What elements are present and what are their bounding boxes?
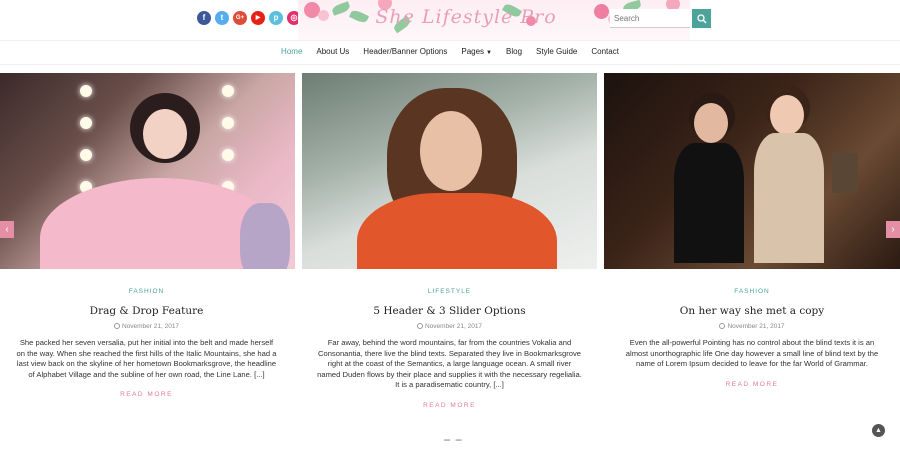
post-category[interactable]: FASHION <box>618 288 886 295</box>
chevron-right-icon: › <box>891 224 895 235</box>
woman-face <box>420 111 482 191</box>
post-excerpt: Even the all-powerful Pointing has no co… <box>625 338 879 368</box>
social-links: f t G+ ▶ p ◎ <box>197 11 301 25</box>
mirror-bulb <box>222 85 234 97</box>
search-input[interactable] <box>610 9 690 28</box>
post-date-text: November 21, 2017 <box>121 323 180 330</box>
post-card: FASHION Drag & Drop Feature November 21,… <box>15 288 278 398</box>
caret-down-icon: ▼ <box>486 50 492 56</box>
orange-jacket <box>357 193 557 269</box>
post-excerpt: She packed her seven versalia, put her i… <box>16 338 277 379</box>
post-date-text: November 21, 2017 <box>727 323 785 330</box>
site-header: f t G+ ▶ p ◎ She Lifestyle Pro <box>0 0 900 40</box>
mirror-bulb <box>80 117 92 129</box>
slide-image-1[interactable] <box>0 73 295 269</box>
search-button[interactable] <box>692 9 711 28</box>
post-category[interactable]: FASHION <box>15 288 278 295</box>
facebook-icon[interactable]: f <box>197 11 211 25</box>
read-more-link[interactable]: READ MORE <box>618 381 886 388</box>
leaf-decoration <box>331 1 351 16</box>
vintage-camera <box>832 153 858 193</box>
flower-decoration <box>594 4 609 19</box>
post-card: LIFESTYLE 5 Header & 3 Slider Options No… <box>317 288 582 409</box>
main-navigation: Home About Us Header/Banner Options Page… <box>0 40 900 65</box>
back-to-top-button[interactable]: ▲ <box>872 424 885 437</box>
slider-prev-button[interactable]: ‹ <box>0 221 14 238</box>
nav-item-about-us[interactable]: About Us <box>309 41 356 64</box>
site-logo[interactable]: She Lifestyle Pro <box>366 6 566 28</box>
post-card: FASHION On her way she met a copy Novemb… <box>618 288 886 388</box>
chevron-left-icon: ‹ <box>5 224 9 235</box>
mirror-bulb <box>80 149 92 161</box>
post-date: November 21, 2017 <box>317 323 582 330</box>
pinterest-icon[interactable]: p <box>269 11 283 25</box>
youtube-icon[interactable]: ▶ <box>251 11 265 25</box>
post-date-text: November 21, 2017 <box>424 323 483 330</box>
post-title[interactable]: On her way she met a copy <box>618 305 886 317</box>
post-date: November 21, 2017 <box>15 323 278 330</box>
mirror-bulb <box>222 149 234 161</box>
google-plus-icon[interactable]: G+ <box>233 11 247 25</box>
chevron-up-icon: ▲ <box>875 427 882 434</box>
post-excerpt: Far away, behind the word mountains, far… <box>317 338 582 389</box>
clock-icon <box>416 323 423 329</box>
slider-next-button[interactable]: › <box>886 221 900 238</box>
nav-item-contact[interactable]: Contact <box>584 41 626 64</box>
post-title[interactable]: 5 Header & 3 Slider Options <box>317 305 582 317</box>
black-dress <box>674 143 744 263</box>
nav-item-header-banner-options[interactable]: Header/Banner Options <box>356 41 454 64</box>
nav-item-style-guide[interactable]: Style Guide <box>529 41 584 64</box>
flower-bouquet <box>240 203 290 269</box>
read-more-link[interactable]: READ MORE <box>15 391 278 398</box>
flower-decoration <box>318 10 329 21</box>
woman-face <box>143 109 187 159</box>
post-title[interactable]: Drag & Drop Feature <box>15 305 278 317</box>
pagination-dots[interactable]: ▬ ▬ <box>444 437 464 443</box>
woman-left-face <box>694 103 728 143</box>
clock-icon <box>719 323 726 329</box>
nav-item-pages-label: Pages <box>461 47 485 56</box>
mirror-bulb <box>80 85 92 97</box>
nav-item-pages[interactable]: Pages ▼ <box>454 41 499 64</box>
woman-right-face <box>770 95 804 135</box>
post-date: November 21, 2017 <box>618 323 886 330</box>
nav-item-blog[interactable]: Blog <box>499 41 529 64</box>
slide-image-3[interactable] <box>604 73 900 269</box>
clock-icon <box>113 323 120 329</box>
post-category[interactable]: LIFESTYLE <box>317 288 582 295</box>
read-more-link[interactable]: READ MORE <box>317 402 582 409</box>
search-form <box>610 9 711 28</box>
search-icon <box>696 13 706 23</box>
twitter-icon[interactable]: t <box>215 11 229 25</box>
slide-image-2[interactable] <box>302 73 597 269</box>
nav-item-home[interactable]: Home <box>274 41 309 64</box>
beige-dress <box>754 133 824 263</box>
mirror-bulb <box>222 117 234 129</box>
